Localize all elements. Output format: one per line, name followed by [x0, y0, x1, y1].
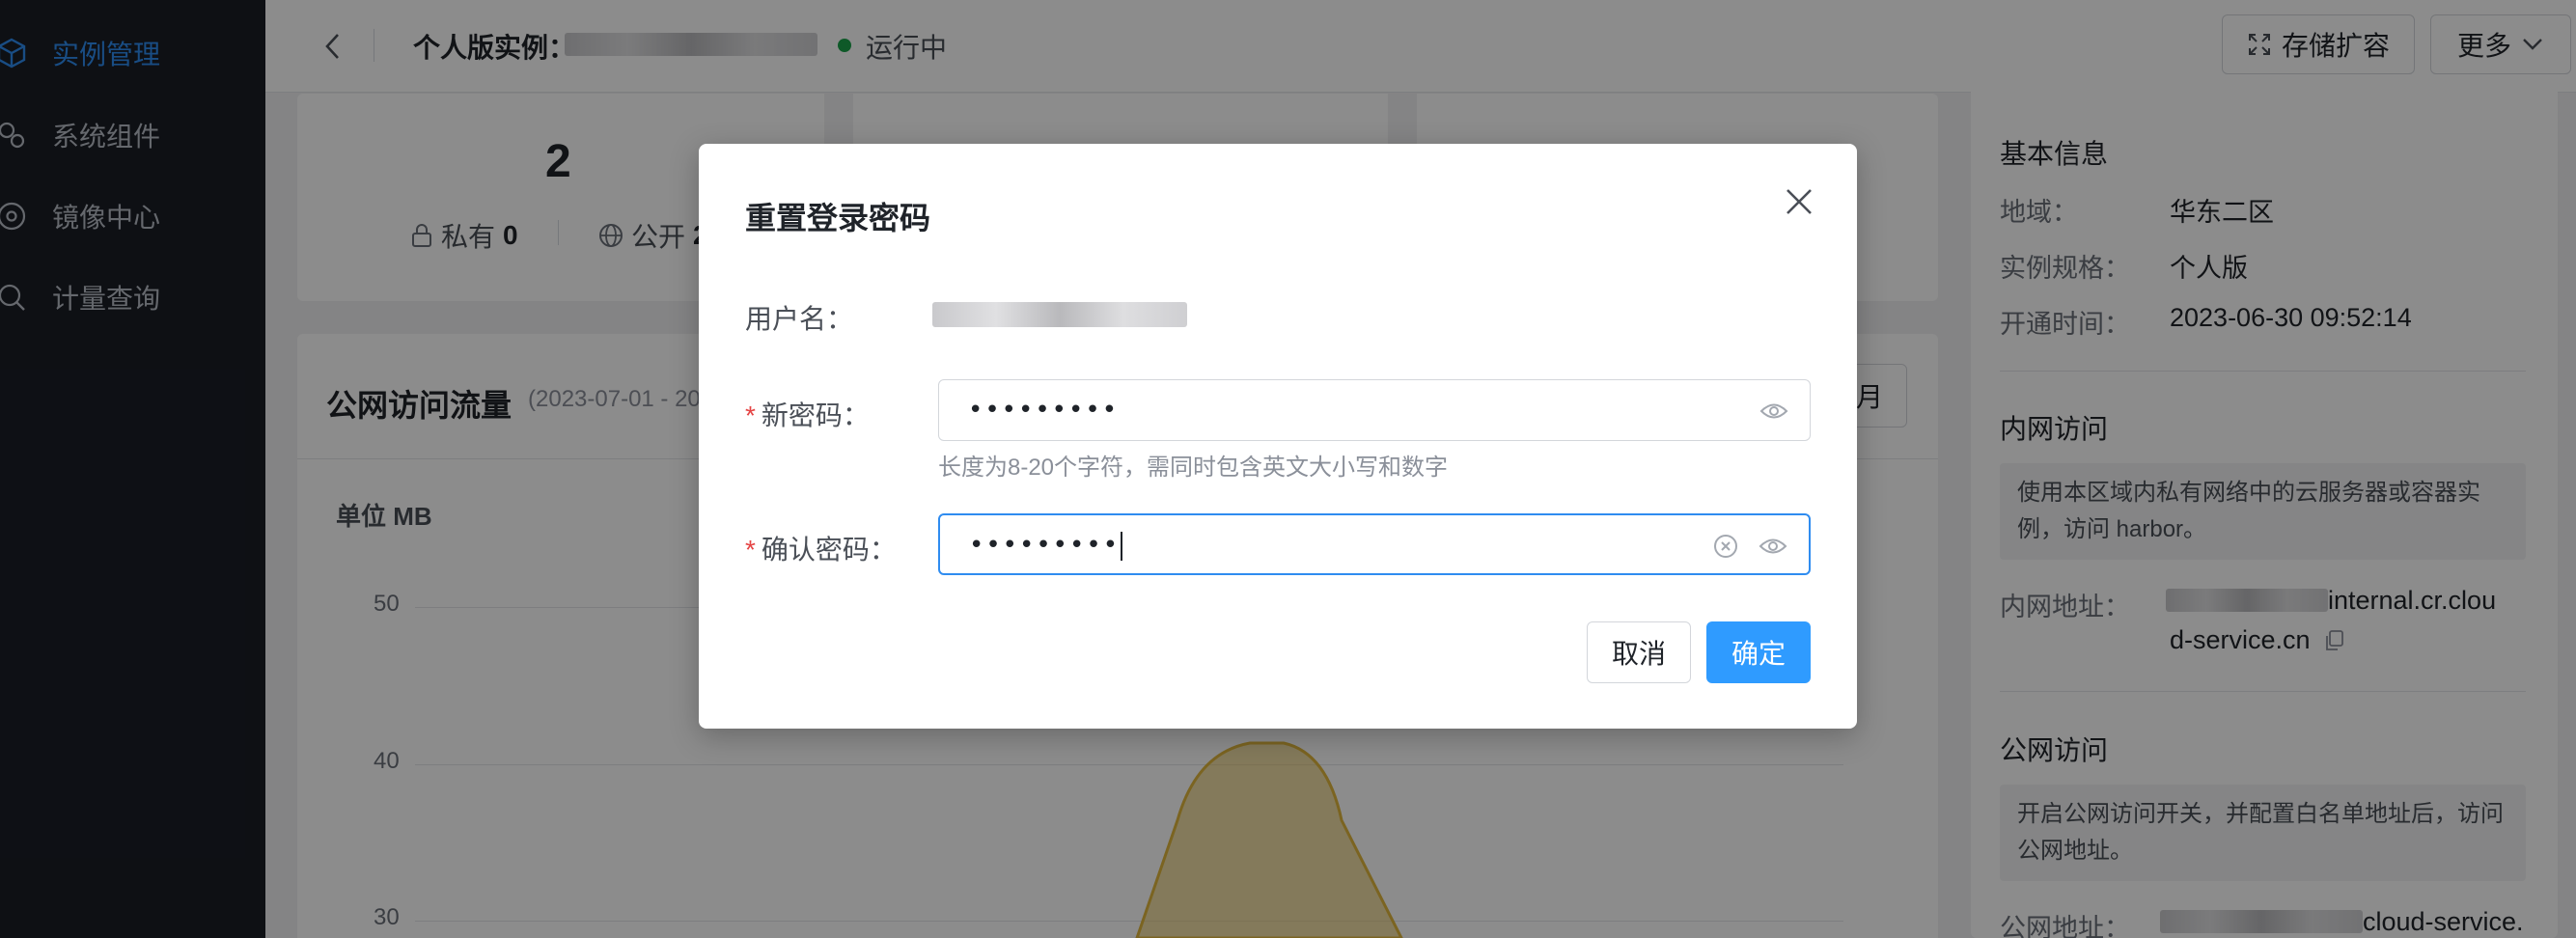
eye-icon[interactable] — [1759, 533, 1787, 560]
confirm-password-input[interactable]: ••••••••• — [938, 513, 1811, 575]
eye-icon[interactable] — [1759, 398, 1788, 425]
reset-password-dialog: 重置登录密码 用户名： * 新密码： ••••••••• 长度为8-20个字符，需… — [699, 144, 1857, 729]
new-password-input[interactable]: ••••••••• — [938, 379, 1811, 441]
cancel-button[interactable]: 取消 — [1587, 621, 1691, 683]
new-password-value: ••••••••• — [968, 396, 1120, 425]
confirm-button[interactable]: 确定 — [1706, 621, 1811, 683]
close-button[interactable] — [1780, 182, 1818, 221]
username-label: 用户名： — [745, 304, 854, 334]
clear-icon[interactable] — [1712, 533, 1739, 560]
username-redacted — [932, 302, 1187, 327]
password-hint: 长度为8-20个字符，需同时包含英文大小写和数字 — [938, 455, 1449, 481]
dialog-title: 重置登录密码 — [745, 201, 931, 235]
confirm-password-value: ••••••••• — [969, 531, 1123, 561]
close-icon — [1787, 189, 1812, 214]
confirm-password-label: * 确认密码： — [745, 535, 897, 565]
new-password-label: * 新密码： — [745, 400, 870, 430]
